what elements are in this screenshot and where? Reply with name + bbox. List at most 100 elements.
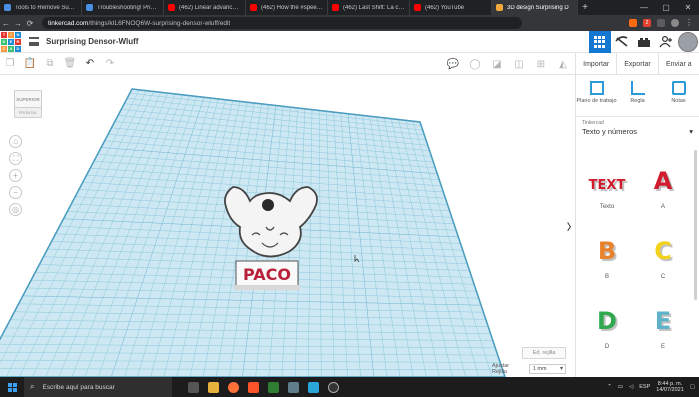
workplane-grid[interactable]: PACO — [0, 75, 566, 377]
delete-icon[interactable]: 🗑 — [60, 58, 80, 69]
send-to-button[interactable]: Enviar a — [657, 53, 699, 75]
close-icon[interactable]: ✕ — [677, 0, 699, 15]
panel-scrollbar[interactable] — [694, 150, 697, 300]
shape-item[interactable]: EEE — [638, 303, 688, 350]
shape-item[interactable]: TEXT TEXT Texto — [582, 163, 632, 210]
zoom-in-icon[interactable]: + — [9, 169, 22, 182]
notification-badge[interactable]: 2 — [643, 19, 651, 27]
add-user-button[interactable] — [655, 31, 677, 53]
add-user-icon — [659, 36, 672, 48]
paste-icon[interactable]: 📋 — [20, 58, 40, 69]
ungroup-icon[interactable]: ◫ — [508, 59, 530, 70]
back-icon[interactable]: ← — [0, 19, 12, 28]
snap-grid-control: Ajustar Rejilla 1 mm — [492, 363, 566, 375]
logo-tile: E — [8, 38, 14, 45]
browser-tab[interactable]: (462) Last Shift: La comisión — [328, 0, 410, 15]
tab-title: (462) How the #speedboat — [261, 4, 323, 11]
tool-label: Notas — [671, 98, 686, 104]
reload-icon[interactable]: ⟳ — [24, 19, 36, 28]
3d-design-view-button[interactable] — [589, 31, 611, 53]
obs-icon[interactable] — [328, 381, 339, 393]
app-icon-grey[interactable] — [288, 381, 299, 393]
network-icon[interactable]: ▭ — [618, 384, 623, 390]
ruler-tool[interactable]: Regla — [617, 75, 658, 116]
import-button[interactable]: Importar — [575, 53, 616, 75]
align-icon[interactable]: ⊞ — [530, 59, 552, 70]
workplane-tool[interactable]: Plano de trabajo — [576, 75, 617, 116]
browser-tab[interactable]: (462) YouTube — [410, 0, 492, 15]
redo-icon[interactable]: ↷ — [100, 58, 120, 69]
browser-tab[interactable]: (462) How the #speedboat — [246, 0, 328, 15]
taskbar-search-input[interactable]: ⌕ Escribe aquí para buscar — [24, 377, 172, 397]
browser-tab[interactable]: Tools to Remove Support St — [0, 0, 82, 15]
notes-tool[interactable]: Notas — [658, 75, 699, 116]
menu-icon[interactable]: ⋮ — [685, 19, 693, 27]
brave-icon[interactable] — [248, 381, 259, 393]
input-language[interactable]: ESP — [639, 384, 650, 390]
task-view-icon[interactable] — [188, 381, 199, 393]
avatar[interactable] — [678, 32, 698, 52]
home-view-icon[interactable]: ⌂ — [9, 135, 22, 148]
app-icon-green[interactable] — [268, 381, 279, 393]
profile-icon[interactable] — [671, 19, 679, 27]
copy-icon[interactable]: ❐ — [0, 58, 20, 69]
firefox-icon[interactable] — [228, 381, 239, 393]
tab-favicon-icon — [86, 4, 93, 11]
export-button[interactable]: Exportar — [616, 53, 657, 75]
shapes-panel: Plano de trabajo Regla Notas Tinkercad Tex… — [575, 75, 699, 377]
volume-icon[interactable]: ◁ — [629, 384, 633, 390]
minimize-icon[interactable]: — — [633, 0, 655, 15]
brick-icon — [638, 38, 650, 47]
duplicate-icon[interactable]: ⧉ — [40, 58, 60, 69]
view-cube[interactable]: SUPERIOR FRONTAL — [14, 90, 42, 120]
undo-icon[interactable]: ↶ — [80, 58, 100, 69]
forward-icon[interactable]: → — [12, 19, 24, 28]
new-tab-button[interactable]: + — [578, 0, 592, 15]
browser-address-bar: ← → ⟳ tinkercad.com/things/kIL6FNOQ6W-su… — [0, 15, 699, 31]
perspective-icon[interactable]: ◎ — [9, 203, 22, 216]
windows-start-icon[interactable] — [0, 377, 24, 397]
shape-item[interactable]: CCC — [638, 233, 688, 280]
shape-thumbnail-icon: CC — [654, 237, 674, 267]
bricks-view-button[interactable] — [633, 31, 655, 53]
view-controls: ⌂ ⛶ + − ◎ — [9, 135, 23, 216]
design-list-icon[interactable] — [29, 37, 39, 46]
tray-chevron-icon[interactable]: ⌃ — [607, 384, 612, 390]
file-explorer-icon[interactable] — [208, 381, 219, 393]
mirror-icon[interactable]: ◭ — [552, 59, 574, 70]
shape-item[interactable]: AAA — [638, 163, 688, 210]
clock[interactable]: 8:44 p. m. 14/07/2021 — [656, 381, 684, 394]
brave-shield-icon[interactable] — [629, 19, 637, 27]
library-select[interactable]: Tinkercad Texto y números ▾ — [576, 117, 699, 139]
taskbar-search-placeholder: Escribe aquí para buscar — [42, 383, 115, 391]
notifications-icon[interactable]: ▢ — [690, 384, 695, 390]
workplane-area[interactable]: PACO SUPERIOR FRONTAL ⌂ ⛶ + − ◎ Ed. reji… — [0, 75, 566, 377]
extensions-icon[interactable] — [657, 19, 665, 27]
app-icon-blue[interactable] — [308, 381, 319, 393]
shape-item[interactable]: BBB — [582, 233, 632, 280]
shape-ops: 💬 ◯ ◪ ◫ ⊞ ◭ — [442, 53, 574, 75]
light-bulb-icon[interactable]: ◯ — [464, 59, 486, 70]
tab-title: 3D design Surprising D — [507, 4, 569, 11]
zoom-out-icon[interactable]: − — [9, 186, 22, 199]
notes-toggle-icon[interactable]: 💬 — [442, 59, 464, 70]
shape-item[interactable]: DDD — [582, 303, 632, 350]
blocks-view-button[interactable] — [611, 31, 633, 53]
view-cube-front[interactable]: FRONTAL — [14, 108, 42, 118]
design-title[interactable]: Surprising Densor-Wluff — [46, 37, 138, 46]
edit-grid-button[interactable]: Ed. rejilla — [522, 347, 566, 359]
tab-favicon-icon — [250, 4, 257, 11]
tab-favicon-icon — [496, 4, 503, 11]
url-input[interactable]: tinkercad.com/things/kIL6FNOQ6W-surprisi… — [42, 17, 522, 29]
group-icon[interactable]: ◪ — [486, 59, 508, 70]
tab-title: Troubleshooting! Prints are — [97, 4, 159, 11]
maximize-icon[interactable]: ▢ — [655, 0, 677, 15]
browser-tab[interactable]: Troubleshooting! Prints are — [82, 0, 164, 15]
snap-grid-select[interactable]: 1 mm — [528, 364, 566, 374]
shape-glyph: C — [654, 237, 672, 265]
browser-tab[interactable]: (462) Linear advance guide — [164, 0, 246, 15]
browser-tab[interactable]: 3D design Surprising D — [492, 0, 578, 15]
fit-view-icon[interactable]: ⛶ — [9, 152, 22, 165]
view-cube-top[interactable]: SUPERIOR — [14, 90, 42, 108]
tinkercad-logo[interactable]: TIN KER CAD — [1, 31, 21, 52]
